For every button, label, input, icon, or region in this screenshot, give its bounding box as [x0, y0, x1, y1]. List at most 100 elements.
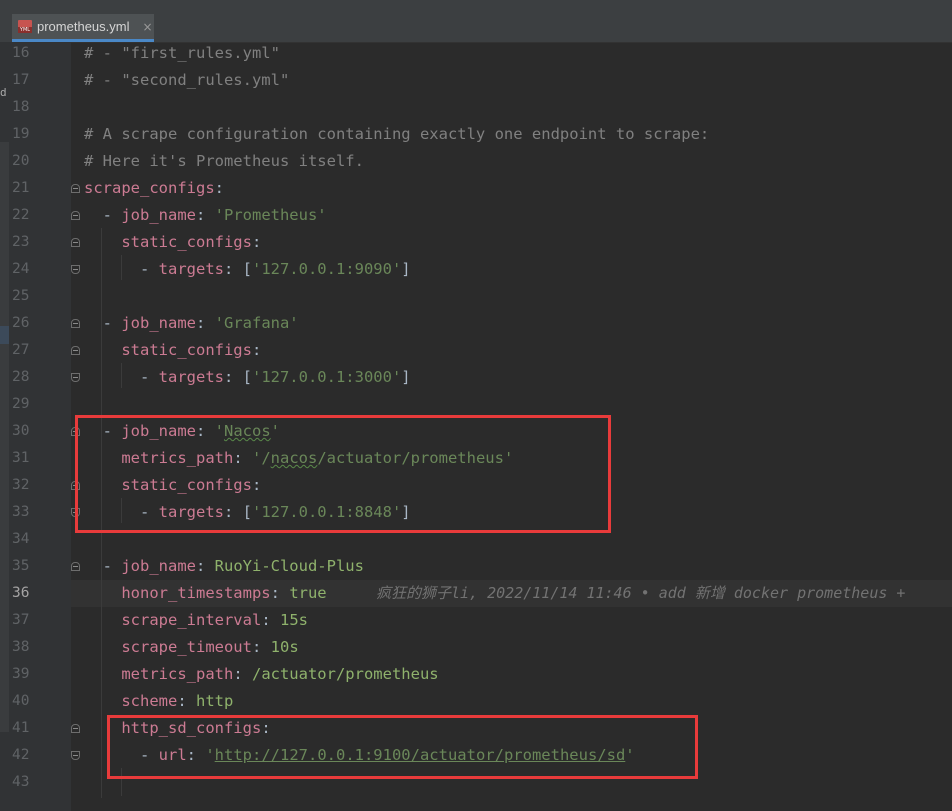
token-green: /actuator/prometheus [251, 665, 439, 683]
code-line[interactable]: 25 [0, 283, 952, 310]
code-line[interactable]: 20 # Here it's Prometheus itself. [0, 148, 952, 175]
fold-marker-icon[interactable] [71, 238, 80, 247]
token-str: 'Prometheus' [214, 206, 327, 224]
token-punct: ] [401, 260, 411, 278]
line-number: 21 [12, 180, 30, 196]
token-green: 15s [279, 611, 308, 629]
token-key: job_name [121, 314, 196, 332]
fold-marker-icon[interactable] [71, 211, 80, 220]
fold-marker-icon[interactable] [71, 346, 80, 355]
line-number: 33 [12, 504, 30, 520]
token-key: static_configs [121, 233, 252, 251]
code-text: # - "second_rules.yml" [84, 67, 289, 94]
git-blame-annotation[interactable]: 疯狂的狮子li, 2022/11/14 11:46 • add 新增 docke… [376, 580, 905, 607]
token-punct [84, 233, 121, 251]
token-str: 'Grafana' [214, 314, 299, 332]
token-key: static_configs [121, 341, 252, 359]
line-number: 27 [12, 342, 30, 358]
fold-marker-icon[interactable] [71, 319, 80, 328]
code-line[interactable]: 21 scrape_configs: [0, 175, 952, 202]
code-text: # Here it's Prometheus itself. [84, 148, 364, 175]
code-text: - targets: ['127.0.0.1:9090'] [84, 256, 411, 283]
code-line[interactable]: 16 # - "first_rules.yml" [0, 40, 952, 67]
token-punct [84, 692, 121, 710]
tab-filename: prometheus.yml [37, 19, 130, 34]
code-line[interactable]: 28 - targets: ['127.0.0.1:3000'] [0, 364, 952, 391]
token-punct: : [214, 179, 224, 197]
highlight-box-http-sd-configs [107, 715, 698, 779]
line-number: 26 [12, 315, 30, 331]
code-text: scrape_interval: 15s [84, 607, 308, 634]
line-number: 38 [12, 639, 30, 655]
title-bar [0, 0, 952, 14]
fold-marker-icon[interactable] [71, 562, 80, 571]
code-text: - job_name: RuoYi-Cloud-Plus [84, 553, 364, 580]
line-number: 37 [12, 612, 30, 628]
code-line[interactable]: 17 # - "second_rules.yml" [0, 67, 952, 94]
code-line[interactable]: 19 # A scrape configuration containing ex… [0, 121, 952, 148]
line-number: 42 [12, 747, 30, 763]
token-key: scrape_timeout [121, 638, 252, 656]
token-comment: # - "first_rules.yml" [84, 44, 280, 62]
code-line[interactable]: 26 - job_name: 'Grafana' [0, 310, 952, 337]
code-text: scrape_timeout: 10s [84, 634, 298, 661]
code-line[interactable]: 27 static_configs: [0, 337, 952, 364]
close-icon[interactable]: × [142, 20, 152, 34]
code-text: static_configs: [84, 229, 261, 256]
code-line[interactable]: 22 - job_name: 'Prometheus' [0, 202, 952, 229]
code-line[interactable]: 18 [0, 94, 952, 121]
indent-guide [121, 255, 122, 280]
line-number: 19 [12, 126, 30, 142]
yml-file-icon [18, 20, 32, 33]
line-number: 43 [12, 774, 30, 790]
line-number: 36 [12, 585, 30, 601]
token-punct: : [270, 584, 290, 602]
line-number: 22 [12, 207, 30, 223]
token-comment: # A scrape configuration containing exac… [84, 125, 710, 143]
highlight-box-nacos-job [75, 415, 611, 533]
token-punct: : [177, 692, 196, 710]
token-punct: : [ [223, 260, 252, 278]
line-number: 35 [12, 558, 30, 574]
line-number: 31 [12, 450, 30, 466]
token-comment: # Here it's Prometheus itself. [84, 152, 364, 170]
fold-marker-icon[interactable] [71, 373, 80, 382]
token-punct: : [233, 665, 252, 683]
code-line[interactable]: 35 - job_name: RuoYi-Cloud-Plus [0, 553, 952, 580]
line-number: 30 [12, 423, 30, 439]
token-punct: : [261, 611, 280, 629]
code-line[interactable]: 39 metrics_path: /actuator/prometheus [0, 661, 952, 688]
line-number: 29 [12, 396, 30, 412]
token-punct: : [251, 233, 262, 251]
line-number: 34 [12, 531, 30, 547]
code-line[interactable]: 24 - targets: ['127.0.0.1:9090'] [0, 256, 952, 283]
token-punct: : [251, 341, 262, 359]
fold-marker-icon[interactable] [71, 265, 80, 274]
token-key: job_name [121, 206, 196, 224]
line-number: 18 [12, 99, 30, 115]
indent-guide [121, 363, 122, 388]
fold-marker-icon[interactable] [71, 724, 80, 733]
token-punct [84, 638, 121, 656]
code-line[interactable]: 29 [0, 391, 952, 418]
token-key: scrape_configs [84, 179, 215, 197]
token-punct: : [195, 314, 215, 332]
code-line[interactable]: 23 static_configs: [0, 229, 952, 256]
fold-marker-icon[interactable] [71, 751, 80, 760]
line-number: 28 [12, 369, 30, 385]
token-punct: - [84, 206, 122, 224]
code-text: - job_name: 'Grafana' [84, 310, 299, 337]
token-punct: : [ [223, 368, 252, 386]
line-number: 39 [12, 666, 30, 682]
code-line[interactable]: 37 scrape_interval: 15s [0, 607, 952, 634]
code-text: static_configs: [84, 337, 261, 364]
token-key: job_name [121, 557, 196, 575]
code-line[interactable]: 38 scrape_timeout: 10s [0, 634, 952, 661]
token-key: metrics_path [121, 665, 234, 683]
code-text: scheme: http [84, 688, 233, 715]
tab-prometheus-yml[interactable]: prometheus.yml × [12, 14, 154, 42]
code-line[interactable]: 36 honor_timestamps: true 疯狂的狮子li, 2022/1… [0, 580, 952, 607]
line-number: 41 [12, 720, 30, 736]
code-line[interactable]: 40 scheme: http [0, 688, 952, 715]
fold-marker-icon[interactable] [71, 184, 80, 193]
